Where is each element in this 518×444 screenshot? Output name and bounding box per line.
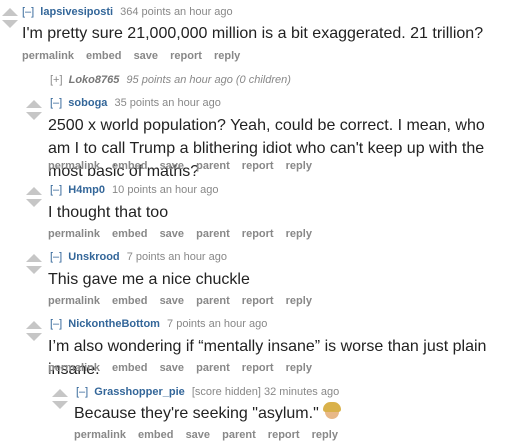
- upvote-arrow-icon[interactable]: [26, 321, 42, 329]
- report-link[interactable]: report: [242, 228, 274, 240]
- comment-buttons: permalink embed save parent report reply: [74, 429, 347, 441]
- embed-link[interactable]: embed: [112, 228, 147, 240]
- save-link[interactable]: save: [160, 228, 184, 240]
- upvote-arrow-icon[interactable]: [2, 8, 18, 16]
- comment-buttons: permalink embed save parent report reply: [48, 160, 321, 172]
- permalink-link[interactable]: permalink: [22, 50, 74, 62]
- upvote-arrow-icon[interactable]: [26, 254, 42, 262]
- report-link[interactable]: report: [242, 295, 274, 307]
- comment-tagline: [–] H4mp0 10 points an hour ago: [50, 184, 218, 196]
- comment-body: I'm pretty sure 21,000,000 million is a …: [22, 25, 484, 42]
- comment-author[interactable]: NickontheBottom: [68, 318, 160, 330]
- parent-link[interactable]: parent: [196, 160, 230, 172]
- comment-author[interactable]: soboga: [68, 97, 107, 109]
- save-link[interactable]: save: [186, 429, 210, 441]
- comment-meta: 95 points an hour ago (0 children): [126, 74, 291, 86]
- comment-meta: 7 points an hour ago: [167, 318, 268, 330]
- collapse-toggle[interactable]: [–]: [76, 386, 88, 398]
- reply-link[interactable]: reply: [286, 362, 312, 374]
- comment-meta: 7 points an hour ago: [126, 251, 228, 263]
- upvote-arrow-icon[interactable]: [26, 100, 42, 108]
- vote-arrows: [26, 321, 44, 341]
- report-link[interactable]: report: [170, 50, 202, 62]
- embed-link[interactable]: embed: [112, 295, 147, 307]
- comment-tagline: [–] soboga 35 points an hour ago: [50, 97, 221, 109]
- reply-link[interactable]: reply: [286, 228, 312, 240]
- permalink-link[interactable]: permalink: [48, 362, 100, 374]
- comment-author[interactable]: lapsivesiposti: [40, 6, 113, 18]
- reply-link[interactable]: reply: [312, 429, 338, 441]
- vote-arrows: [26, 187, 44, 207]
- save-link[interactable]: save: [160, 160, 184, 172]
- downvote-arrow-icon[interactable]: [2, 20, 18, 28]
- permalink-link[interactable]: permalink: [74, 429, 126, 441]
- comment-buttons: permalink embed save parent report reply: [48, 295, 321, 307]
- permalink-link[interactable]: permalink: [48, 160, 100, 172]
- comment-buttons: permalink embed save parent report reply: [48, 228, 321, 240]
- save-link[interactable]: save: [160, 362, 184, 374]
- collapse-toggle[interactable]: [–]: [50, 97, 62, 109]
- parent-link[interactable]: parent: [222, 429, 256, 441]
- save-link[interactable]: save: [134, 50, 158, 62]
- embed-link[interactable]: embed: [112, 160, 147, 172]
- comment-tagline: [–] NickontheBottom 7 points an hour ago: [50, 318, 267, 330]
- woman-facepalming-icon: [323, 402, 342, 419]
- upvote-arrow-icon[interactable]: [52, 389, 68, 397]
- expand-toggle[interactable]: [+]: [50, 74, 63, 86]
- report-link[interactable]: report: [268, 429, 300, 441]
- collapse-toggle[interactable]: [–]: [22, 6, 34, 18]
- comment-tagline: [–] Grasshopper_pie [score hidden] 32 mi…: [76, 386, 339, 398]
- comment-body-text: Because they're seeking "asylum.": [74, 405, 319, 422]
- reply-link[interactable]: reply: [286, 160, 312, 172]
- comment-author[interactable]: Loko8765: [69, 74, 120, 86]
- embed-link[interactable]: embed: [86, 50, 121, 62]
- comment-meta: 10 points an hour ago: [112, 184, 219, 196]
- collapse-toggle[interactable]: [–]: [50, 251, 62, 263]
- embed-link[interactable]: embed: [112, 362, 147, 374]
- comment-author[interactable]: Unskrood: [68, 251, 119, 263]
- comment-meta: [score hidden] 32 minutes ago: [191, 386, 340, 398]
- collapse-toggle[interactable]: [–]: [50, 184, 62, 196]
- collapse-toggle[interactable]: [–]: [50, 318, 62, 330]
- comment-tagline: [+] Loko8765 95 points an hour ago (0 ch…: [50, 74, 291, 86]
- permalink-link[interactable]: permalink: [48, 228, 100, 240]
- parent-link[interactable]: parent: [196, 295, 230, 307]
- downvote-arrow-icon[interactable]: [26, 333, 42, 341]
- comment-author[interactable]: Grasshopper_pie: [94, 386, 184, 398]
- downvote-arrow-icon[interactable]: [52, 401, 68, 409]
- vote-arrows: [52, 389, 70, 409]
- comment-author[interactable]: H4mp0: [68, 184, 105, 196]
- parent-link[interactable]: parent: [196, 228, 230, 240]
- parent-link[interactable]: parent: [196, 362, 230, 374]
- reply-link[interactable]: reply: [214, 50, 240, 62]
- comment-body: I thought that too: [48, 204, 169, 221]
- comment-buttons: permalink embed save parent report reply: [48, 362, 321, 374]
- upvote-arrow-icon[interactable]: [26, 187, 42, 195]
- comment-body: This gave me a nice chuckle: [48, 271, 250, 288]
- report-link[interactable]: report: [242, 362, 274, 374]
- downvote-arrow-icon[interactable]: [26, 112, 42, 120]
- report-link[interactable]: report: [242, 160, 274, 172]
- comment-meta: 364 points an hour ago: [120, 6, 233, 18]
- comment-body: 2500 x world population? Yeah, could be …: [48, 117, 485, 180]
- vote-arrows: [2, 8, 20, 28]
- comment-tagline: [–] Unskrood 7 points an hour ago: [50, 251, 227, 263]
- comment-meta: 35 points an hour ago: [114, 97, 221, 109]
- vote-arrows: [26, 254, 44, 274]
- permalink-link[interactable]: permalink: [48, 295, 100, 307]
- vote-arrows: [26, 100, 44, 120]
- downvote-arrow-icon[interactable]: [26, 199, 42, 207]
- comment-tagline: [–] lapsivesiposti 364 points an hour ag…: [22, 6, 233, 18]
- comment-body: Because they're seeking "asylum.": [74, 402, 342, 425]
- comment-buttons: permalink embed save report reply: [22, 50, 249, 62]
- downvote-arrow-icon[interactable]: [26, 266, 42, 274]
- comment-body: I’m also wondering if “mentally insane” …: [48, 338, 487, 378]
- reply-link[interactable]: reply: [286, 295, 312, 307]
- save-link[interactable]: save: [160, 295, 184, 307]
- embed-link[interactable]: embed: [138, 429, 173, 441]
